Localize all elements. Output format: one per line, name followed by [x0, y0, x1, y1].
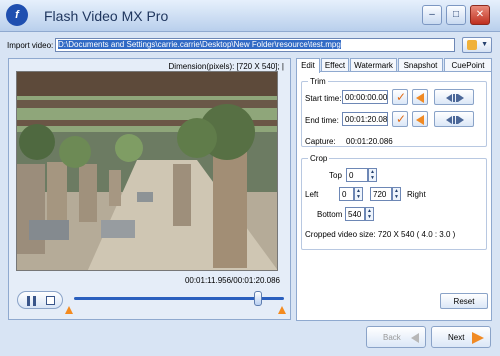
pause-icon[interactable] [27, 296, 37, 306]
bottom-label: Bottom [317, 210, 343, 219]
reset-button[interactable]: Reset [440, 293, 488, 309]
maximize-button[interactable]: □ [446, 5, 466, 25]
timecode: 00:01:11.956/00:01:20.086 [184, 276, 280, 285]
video-preview [16, 71, 278, 271]
left-label: Left [305, 190, 319, 199]
start-time-input[interactable]: 00:00:00.000 [342, 90, 388, 104]
trim-title: Trim [308, 77, 328, 86]
crop-bottom-input[interactable]: 540 [345, 207, 365, 221]
crop-top-spinner[interactable]: ▲ ▼ [368, 168, 377, 182]
import-row: Import video: D:\Documents and Settings\… [0, 34, 500, 56]
start-time-label: Start time: [305, 94, 342, 103]
crop-right-input[interactable]: 720 [370, 187, 392, 201]
window-title: Flash Video MX Pro [44, 8, 169, 24]
left-arrow-icon [416, 115, 424, 125]
back-label: Back [383, 333, 401, 342]
app-logo-icon: f [6, 4, 28, 26]
end-time-input[interactable]: 00:01:20.086 [342, 112, 388, 126]
seek-icon [446, 116, 464, 124]
minimize-button[interactable]: – [422, 5, 442, 25]
crop-top-input[interactable]: 0 [346, 168, 368, 182]
close-button[interactable]: ✕ [470, 5, 490, 25]
back-button[interactable]: Back [366, 326, 426, 348]
goto-end-button[interactable] [412, 111, 428, 127]
cropped-size-label: Cropped video size: 720 X 540 ( 4.0 : 3.… [305, 230, 456, 239]
tab-watermark[interactable]: Watermark [350, 58, 397, 72]
right-label: Right [407, 190, 426, 199]
title-bar: f Flash Video MX Pro – □ ✕ [0, 0, 500, 32]
crop-bottom-spinner[interactable]: ▲ ▼ [365, 207, 374, 221]
edit-panel: Trim Start time: 00:00:00.000 ✓ End time… [296, 71, 492, 321]
chevron-down-icon: ▼ [481, 41, 488, 48]
left-arrow-icon [416, 93, 424, 103]
seek-start-button[interactable] [434, 89, 474, 105]
video-frame-image [17, 72, 277, 270]
timeline-track[interactable] [74, 297, 284, 300]
start-marker-icon[interactable] [65, 306, 73, 314]
top-label: Top [329, 171, 342, 180]
tab-cuepoint[interactable]: CuePoint [444, 58, 492, 72]
next-button[interactable]: Next [431, 326, 491, 348]
folder-icon [467, 40, 477, 50]
set-start-button[interactable]: ✓ [392, 89, 408, 105]
end-marker-icon[interactable] [278, 306, 286, 314]
import-video-path: D:\Documents and Settings\carrie.carrie\… [58, 40, 341, 49]
preview-panel: Dimension(pixels): [720 X 540]; | 00:01:… [8, 58, 291, 320]
end-time-label: End time: [305, 116, 339, 125]
dimension-label: Dimension(pixels): [720 X 540]; | [168, 62, 284, 71]
next-arrow-icon [472, 332, 484, 344]
capture-value: 00:01:20.086 [346, 137, 393, 146]
crop-left-input[interactable]: 0 [339, 187, 354, 201]
trim-group: Trim Start time: 00:00:00.000 ✓ End time… [301, 77, 487, 147]
import-video-label: Import video: [7, 41, 54, 50]
goto-start-button[interactable] [412, 89, 428, 105]
crop-group: Crop Top 0 ▲ ▼ Left 0 ▲ ▼ 720 ▲ ▼ Right Bot… [301, 154, 487, 250]
check-icon: ✓ [396, 112, 407, 126]
crop-right-spinner[interactable]: ▲ ▼ [392, 187, 401, 201]
crop-title: Crop [308, 154, 330, 163]
capture-label: Capture: [305, 137, 336, 146]
browse-button[interactable]: ▼ [462, 37, 492, 53]
tab-bar: Edit Effect Watermark Snapshot CuePoint [296, 58, 492, 73]
tab-snapshot[interactable]: Snapshot [398, 58, 443, 72]
next-label: Next [448, 333, 465, 342]
import-video-field[interactable]: D:\Documents and Settings\carrie.carrie\… [55, 38, 455, 52]
tab-edit[interactable]: Edit [296, 58, 320, 73]
check-icon: ✓ [396, 90, 407, 104]
playback-controls [17, 291, 63, 309]
stop-icon[interactable] [46, 296, 55, 305]
seek-icon [446, 94, 464, 102]
back-arrow-icon [411, 333, 419, 343]
tab-effect[interactable]: Effect [321, 58, 349, 72]
set-end-button[interactable]: ✓ [392, 111, 408, 127]
timeline-slider-thumb[interactable] [254, 291, 262, 306]
seek-end-button[interactable] [434, 111, 474, 127]
crop-left-spinner[interactable]: ▲ ▼ [354, 187, 363, 201]
